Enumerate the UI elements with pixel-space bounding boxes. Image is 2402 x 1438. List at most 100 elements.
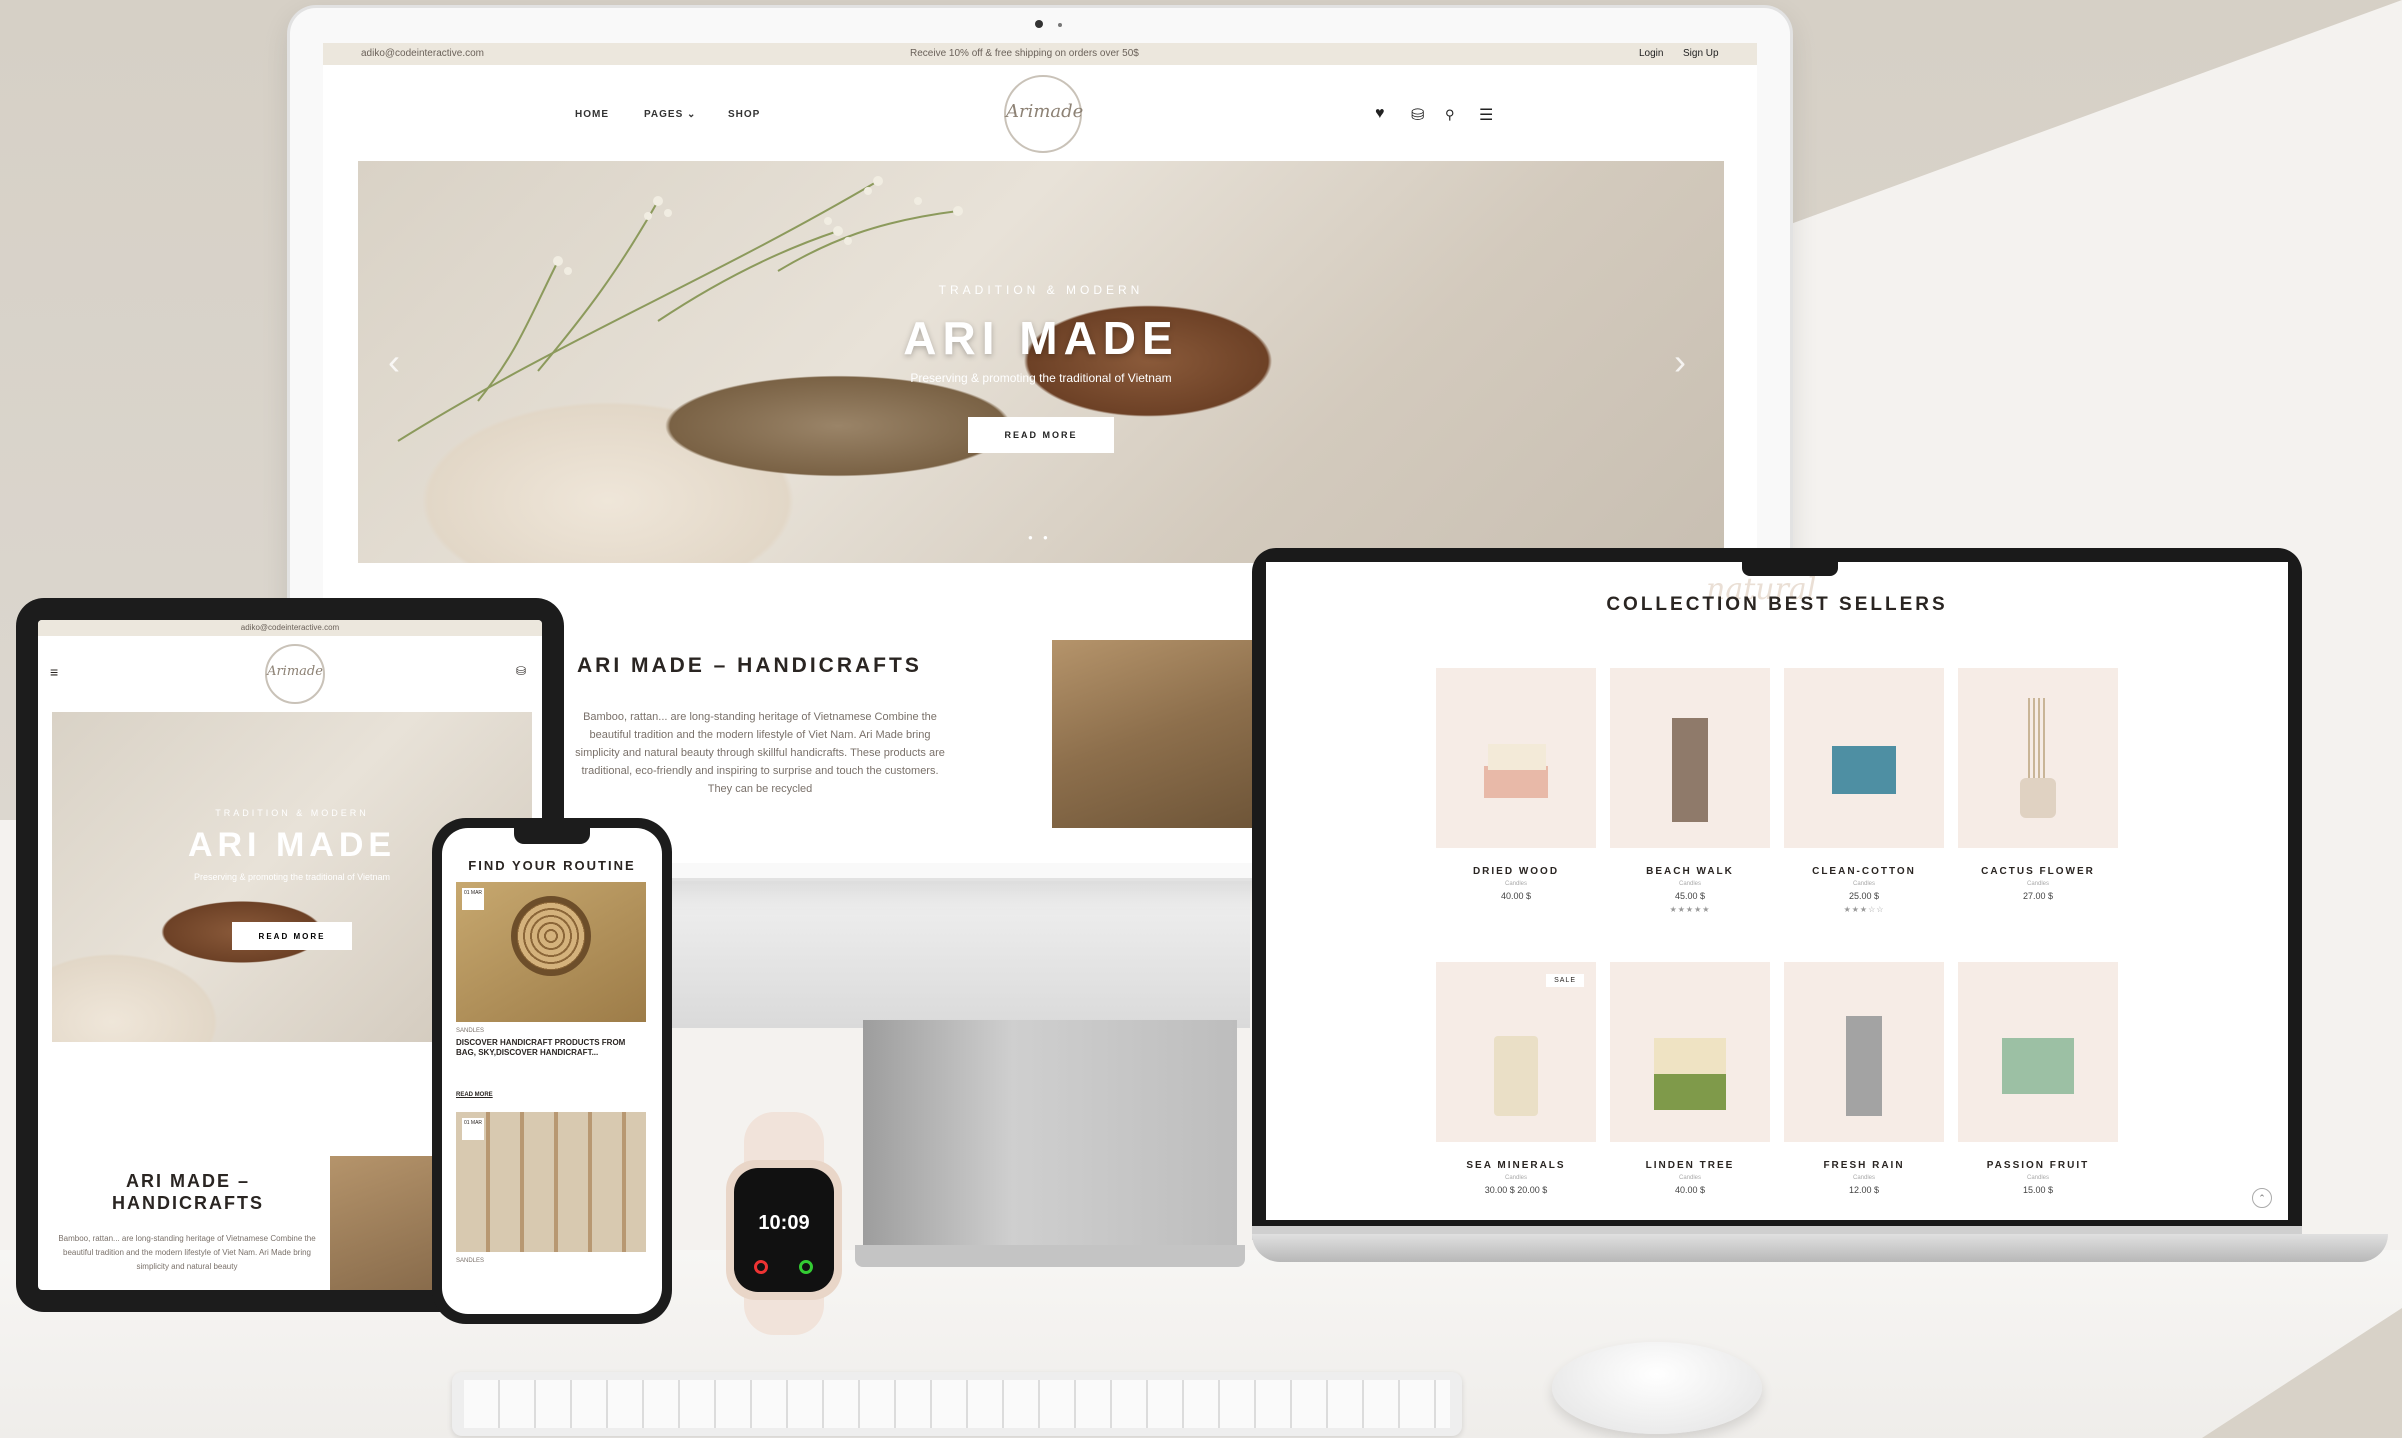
- login-link[interactable]: Login: [1639, 48, 1663, 59]
- product-name[interactable]: PASSION FRUIT: [1958, 1160, 2118, 1171]
- product-price: 12.00 $: [1848, 1185, 1880, 1195]
- product-name[interactable]: CLEAN-COTTON: [1784, 866, 1944, 877]
- product-name[interactable]: SEA MINERALS: [1436, 1160, 1596, 1171]
- keyboard: [452, 1372, 1462, 1436]
- tablet-about-text: Bamboo, rattan... are long-standing heri…: [58, 1234, 316, 1271]
- slider-dots[interactable]: ● ●: [1028, 533, 1052, 542]
- menu-icon[interactable]: ☰: [1479, 105, 1493, 125]
- camera-sensor-icon: [1058, 23, 1062, 27]
- product-card-linden-tree[interactable]: LINDEN TREE Candles 40.00 $: [1610, 962, 1770, 1195]
- hero-read-more-button[interactable]: READ MORE: [968, 417, 1114, 453]
- menu-icon[interactable]: ≡: [50, 664, 58, 680]
- tablet-hero-kicker: TRADITION & MODERN: [215, 808, 369, 818]
- watch-screen: 10:09: [734, 1168, 834, 1292]
- product-image[interactable]: [1958, 962, 2118, 1142]
- product-card-clean-cotton[interactable]: CLEAN-COTTON Candles 25.00 $ ★★★☆☆: [1784, 668, 1944, 914]
- blog-image-shelf[interactable]: 01 MAR: [456, 1112, 646, 1252]
- nav-pages[interactable]: PAGES ⌄: [644, 109, 696, 120]
- product-brand: Candles: [1678, 881, 1701, 887]
- top-bar: adiko@codeinteractive.com Receive 10% of…: [323, 43, 1757, 65]
- diffuser-reeds-image: [2028, 698, 2048, 778]
- about-text: Bamboo, rattan... are long-standing heri…: [575, 711, 945, 795]
- post-category: SANDLES: [456, 1258, 485, 1264]
- tablet-about-title-line2: HANDICRAFTS: [112, 1193, 264, 1213]
- product-card-passion-fruit[interactable]: PASSION FRUIT Candles 15.00 $: [1958, 962, 2118, 1195]
- nav-shop[interactable]: SHOP: [728, 109, 760, 120]
- post-read-more-link[interactable]: READ MORE: [456, 1092, 493, 1098]
- product-card-beach-walk[interactable]: BEACH WALK Candles 45.00 $ ★★★★★: [1610, 668, 1770, 914]
- product-card-sea-minerals[interactable]: SALE SEA MINERALS Candles 30.00 $ 20.00 …: [1436, 962, 1596, 1195]
- product-price: 40.00 $: [1500, 891, 1532, 901]
- product-card-dried-wood[interactable]: DRIED WOOD Candles 40.00 $: [1436, 668, 1596, 901]
- monitor-stand-neck: [660, 868, 1250, 1028]
- product-card-cactus-flower[interactable]: CACTUS FLOWER Candles 27.00 $: [1958, 668, 2118, 901]
- nav-pages-label: PAGES: [644, 109, 684, 120]
- signup-link[interactable]: Sign Up: [1683, 48, 1719, 59]
- product-image[interactable]: [1610, 962, 1770, 1142]
- product-name[interactable]: BEACH WALK: [1610, 866, 1770, 877]
- product-brand: Candles: [1504, 1175, 1527, 1181]
- product-name[interactable]: DRIED WOOD: [1436, 866, 1596, 877]
- post-category: SANDLES: [456, 1028, 485, 1034]
- hero-slider: TRADITION & MODERN ARI MADE Preserving &…: [358, 161, 1724, 563]
- hero-kicker: TRADITION & MODERN: [938, 283, 1144, 297]
- product-price: 27.00 $: [2022, 891, 2054, 901]
- product-image[interactable]: [1958, 668, 2118, 848]
- blog-image-bag[interactable]: 01 MAR: [456, 882, 646, 1022]
- phone-section-title: FIND YOUR ROUTINE: [468, 858, 636, 873]
- diffuser-bottle-image: [2020, 778, 2056, 818]
- sale-badge: SALE: [1546, 974, 1584, 987]
- shopping-bag-icon[interactable]: ⛁: [1411, 105, 1424, 125]
- activity-ring-icon: [799, 1260, 813, 1274]
- product-brand: Candles: [2026, 1175, 2049, 1181]
- phone-device: FIND YOUR ROUTINE 01 MAR SANDLES DISCOVE…: [432, 818, 672, 1324]
- product-card-fresh-rain[interactable]: FRESH RAIN Candles 12.00 $: [1784, 962, 1944, 1195]
- product-brand: Candles: [1852, 881, 1875, 887]
- tablet-read-more-button[interactable]: READ MORE: [232, 922, 352, 950]
- phone-notch: [514, 828, 590, 844]
- product-image[interactable]: [1610, 668, 1770, 848]
- phone-screen: FIND YOUR ROUTINE 01 MAR SANDLES DISCOVE…: [442, 828, 662, 1314]
- product-image[interactable]: [1784, 668, 1944, 848]
- shopping-bag-icon[interactable]: ⛁: [516, 664, 526, 678]
- best-sellers-title: COLLECTION BEST SELLERS: [1606, 594, 1948, 615]
- product-brand: Candles: [1678, 1175, 1701, 1181]
- nav-home[interactable]: HOME: [575, 109, 609, 120]
- product-price: 25.00 $: [1848, 891, 1880, 901]
- mouse: [1552, 1342, 1762, 1434]
- about-image: [1052, 640, 1252, 828]
- soap-mint-image: [2002, 1038, 2074, 1094]
- scroll-to-top-icon[interactable]: ⌃: [2252, 1188, 2272, 1208]
- post-title[interactable]: DISCOVER HANDICRAFT PRODUCTS FROM BAG, S…: [456, 1038, 646, 1058]
- heart-icon[interactable]: ♥: [1375, 105, 1385, 123]
- chevron-right-icon[interactable]: ›: [1674, 341, 1686, 383]
- smart-watch: 10:09: [726, 1160, 842, 1300]
- hero-subtitle: Preserving & promoting the traditional o…: [910, 371, 1172, 385]
- post-date-badge: 01 MAR: [462, 888, 484, 910]
- product-image[interactable]: SALE: [1436, 962, 1596, 1142]
- soap-blue-image: [1832, 746, 1896, 794]
- product-brand: Candles: [2026, 881, 2049, 887]
- monitor-stand-base: [855, 1245, 1245, 1267]
- product-price: 45.00 $: [1674, 891, 1706, 901]
- soap-pink-image: [1484, 766, 1548, 798]
- site-logo[interactable]: Arimade: [1004, 75, 1083, 153]
- tablet-logo[interactable]: Arimade: [265, 644, 325, 704]
- about-title: ARI MADE – HANDICRAFTS: [577, 654, 922, 677]
- product-name[interactable]: CACTUS FLOWER: [1958, 866, 2118, 877]
- chevron-left-icon[interactable]: ‹: [388, 341, 400, 383]
- product-image[interactable]: [1436, 668, 1596, 848]
- product-price: 30.00 $ 20.00 $: [1484, 1185, 1548, 1195]
- candle-brown-image: [1672, 718, 1708, 822]
- product-name[interactable]: FRESH RAIN: [1784, 1160, 1944, 1171]
- candle-grey-image: [1846, 1016, 1882, 1116]
- watch-time: 10:09: [758, 1212, 810, 1234]
- chevron-down-icon: ⌄: [683, 109, 697, 120]
- top-bar-email[interactable]: adiko@codeinteractive.com: [361, 48, 484, 59]
- tablet-about-title: ARI MADE – HANDICRAFTS: [58, 1170, 318, 1214]
- product-name[interactable]: LINDEN TREE: [1610, 1160, 1770, 1171]
- search-icon[interactable]: ⚲: [1445, 107, 1455, 123]
- product-image[interactable]: [1784, 962, 1944, 1142]
- laptop-screen: natural COLLECTION BEST SELLERS DRIED WO…: [1266, 562, 2288, 1220]
- laptop-base: [1252, 1234, 2388, 1262]
